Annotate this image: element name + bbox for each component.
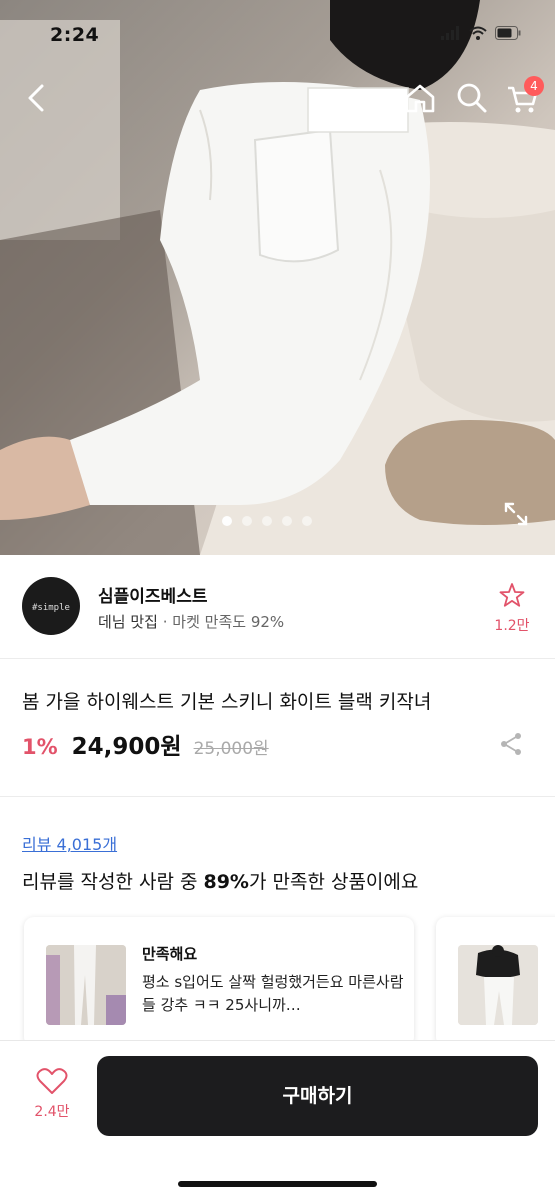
like-count: 2.4만 <box>34 1104 70 1120</box>
seller-avatar[interactable]: #simple <box>22 577 80 635</box>
product-title: 봄 가을 하이웨스트 기본 스키니 화이트 블랙 키작녀 <box>22 691 432 713</box>
home-icon[interactable] <box>400 78 440 118</box>
review-photo <box>458 945 538 1025</box>
discount-rate: 1% <box>22 735 58 759</box>
expand-icon[interactable] <box>500 498 532 530</box>
seller-category: 데님 맛집 <box>98 613 158 631</box>
seller-satisfaction: · 마켓 만족도 92% <box>162 613 285 631</box>
carousel-dot[interactable] <box>282 516 292 526</box>
cart-badge: 4 <box>524 76 544 96</box>
reviews-section: 리뷰 4,015개 리뷰를 작성한 사람 중 89%가 만족한 상품이에요 만족… <box>0 797 555 1047</box>
review-text: 평소 s입어도 살짝 헐렁했거든요 마른사람들 강추 ㅋㅋ 25사니까… <box>142 973 404 1014</box>
review-summary-percent: 89% <box>203 871 249 893</box>
review-summary: 리뷰를 작성한 사람 중 89%가 만족한 상품이에요 <box>22 867 418 894</box>
star-icon <box>499 583 525 607</box>
heart-icon <box>36 1068 68 1094</box>
review-card[interactable]: 만족해요 평소 s입어도 살짝 헐렁했거든요 마른사람들 강추 ㅋㅋ 25사니까… <box>24 917 414 1047</box>
review-summary-suffix: 가 만족한 상품이에요 <box>248 871 419 893</box>
review-summary-prefix: 리뷰를 작성한 사람 중 <box>22 871 204 893</box>
carousel-dot[interactable] <box>242 516 252 526</box>
search-icon[interactable] <box>452 78 492 118</box>
product-info: 봄 가을 하이웨스트 기본 스키니 화이트 블랙 키작녀 1% 24,900원 … <box>0 659 555 797</box>
seller-favorite-count: 1.2만 <box>494 618 530 634</box>
wifi-icon <box>469 26 487 40</box>
avatar-logo-text: #simple <box>32 603 70 613</box>
bottom-action-bar: 2.4만 구매하기 <box>0 1040 555 1200</box>
carousel-dot[interactable] <box>222 516 232 526</box>
buy-button[interactable]: 구매하기 <box>97 1056 538 1136</box>
status-icons <box>441 26 521 40</box>
review-card[interactable] <box>436 917 555 1047</box>
back-icon[interactable] <box>18 78 58 118</box>
seller-info: 데님 맛집 · 마켓 만족도 92% <box>98 611 284 632</box>
share-icon[interactable] <box>498 731 524 757</box>
review-count-link[interactable]: 리뷰 4,015개 <box>22 831 117 855</box>
carousel-dot[interactable] <box>302 516 312 526</box>
original-price: 25,000원 <box>193 739 269 759</box>
status-time: 2:24 <box>50 24 100 46</box>
status-bar: 2:24 <box>0 0 555 70</box>
carousel-dot[interactable] <box>262 516 272 526</box>
carousel-indicator <box>222 516 312 526</box>
price-row: 1% 24,900원 25,000원 <box>22 727 269 761</box>
seller-section[interactable]: #simple 심플이즈베스트 데님 맛집 · 마켓 만족도 92% 1.2만 <box>0 555 555 659</box>
sale-price: 24,900원 <box>71 734 182 760</box>
battery-icon <box>495 26 521 40</box>
review-title: 만족해요 <box>142 945 198 963</box>
seller-name[interactable]: 심플이즈베스트 <box>98 582 207 607</box>
home-indicator <box>178 1181 377 1187</box>
signal-icon <box>441 26 459 40</box>
review-photo <box>46 945 126 1025</box>
product-image[interactable]: 2:24 4 <box>0 0 555 555</box>
seller-favorite-button[interactable]: 1.2만 <box>490 581 534 635</box>
like-button[interactable]: 2.4만 <box>26 1067 78 1121</box>
